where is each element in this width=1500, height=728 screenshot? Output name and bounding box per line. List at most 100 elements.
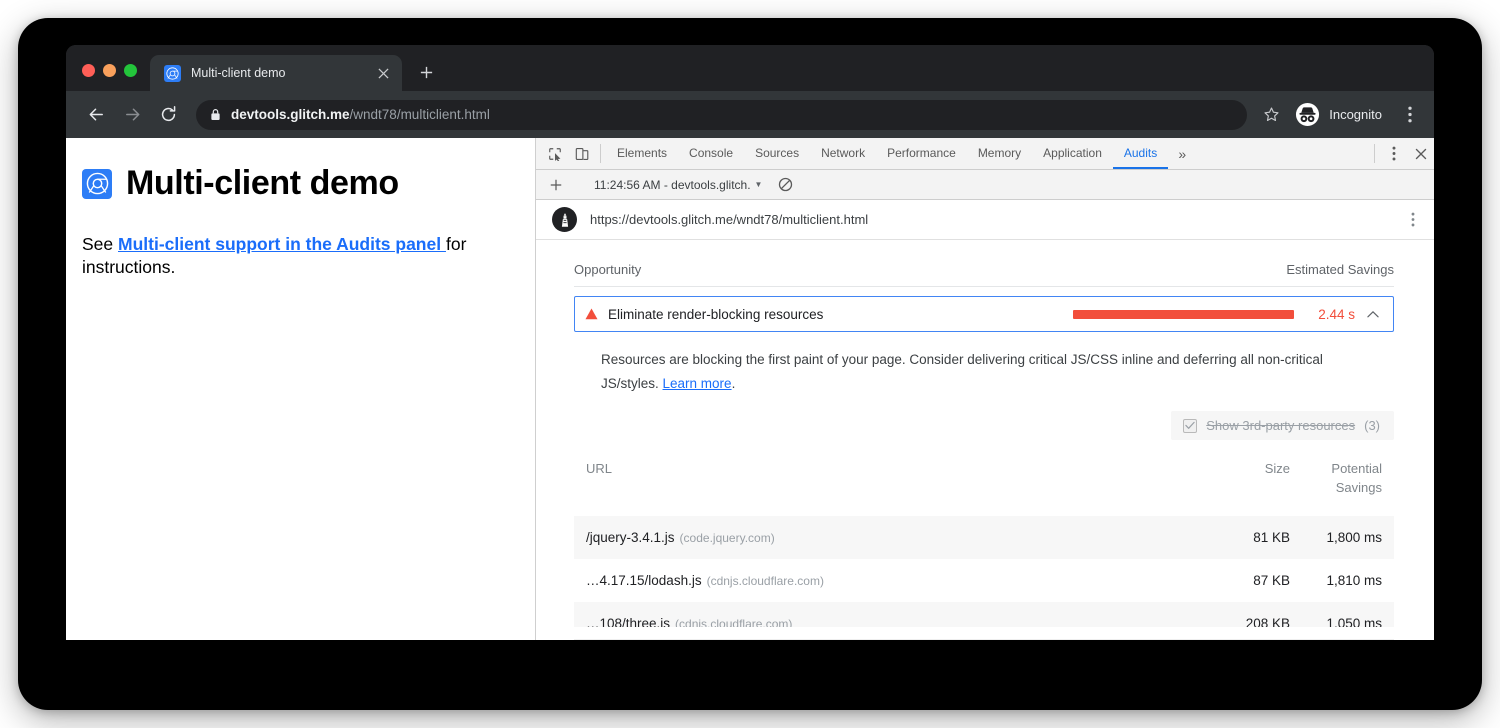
tabbar-spacer [1196,138,1369,169]
estimated-savings-column-label: Estimated Savings [1286,262,1394,277]
devtools-menu-button[interactable] [1380,138,1407,169]
report-menu-button[interactable] [1402,212,1424,227]
incognito-indicator[interactable]: Incognito [1289,99,1392,131]
resources-table-body: /jquery-3.4.1.js(code.jquery.com) 81 KB … [574,516,1394,627]
chevron-up-icon[interactable] [1365,310,1381,319]
audits-subbar: 11:24:56 AM - devtools.glitch. ▼ [536,170,1434,200]
back-button[interactable] [80,99,112,131]
window-minimize-button[interactable] [103,64,116,77]
row-url: …108/three.js (cdnjs.cloudflare.com) [574,602,1210,627]
row-url-host: (cdnjs.cloudflare.com) [707,574,824,588]
more-tabs-icon[interactable]: » [1168,138,1196,169]
report-body: Opportunity Estimated Savings Eliminate … [536,240,1434,627]
audit-savings-bar-fill [1073,310,1294,319]
browser-tab-title: Multi-client demo [191,66,364,80]
new-audit-button[interactable] [542,178,569,192]
tab-memory[interactable]: Memory [967,138,1032,169]
tab-performance[interactable]: Performance [876,138,967,169]
header-potential-savings[interactable]: Potential Savings [1302,454,1394,516]
show-third-party-label: Show 3rd-party resources [1206,418,1355,433]
row-size: 81 KB [1210,516,1302,559]
inspect-element-icon[interactable] [541,138,568,169]
third-party-count: (3) [1364,418,1380,433]
no-entry-icon[interactable] [772,177,799,192]
tab-close-icon[interactable] [374,64,392,82]
audit-savings-bar [1073,310,1303,319]
table-row[interactable]: …108/three.js (cdnjs.cloudflare.com) 208 … [574,602,1394,627]
row-url-path: …108/three.js [586,616,670,627]
row-url-host: (cdnjs.cloudflare.com) [675,617,792,627]
audit-description-period: . [732,376,736,391]
learn-more-link[interactable]: Learn more [663,376,732,391]
chrome-canary-icon [164,65,181,82]
page-title: Multi-client demo [126,164,399,203]
row-savings: 1,800 ms [1302,516,1394,559]
row-savings: 1,050 ms [1302,602,1394,627]
audit-run-selector[interactable]: 11:24:56 AM - devtools.glitch. ▼ [588,178,768,192]
incognito-avatar-icon [1295,102,1320,127]
star-icon[interactable] [1257,101,1285,129]
tab-network[interactable]: Network [810,138,876,169]
tab-application[interactable]: Application [1032,138,1113,169]
traffic-lights [66,64,150,91]
header-savings-line1: Potential [1331,461,1382,476]
row-url: …4.17.15/lodash.js (cdnjs.cloudflare.com) [574,559,1210,602]
table-row[interactable]: /jquery-3.4.1.js(code.jquery.com) 81 KB … [574,516,1394,559]
audit-row-render-blocking[interactable]: Eliminate render-blocking resources 2.44… [574,296,1394,332]
window-maximize-button[interactable] [124,64,137,77]
toolbar-divider [600,144,601,163]
devtools-close-button[interactable] [1407,138,1434,169]
instructions-prefix: See [82,234,118,254]
browser-window: Multi-client demo [66,45,1434,640]
address-bar-path: /wndt78/multiclient.html [350,107,490,122]
devtools-panel: Elements Console Sources Network Perform… [536,138,1434,640]
toolbar-divider-right [1374,144,1375,163]
browser-tab[interactable]: Multi-client demo [150,55,402,91]
row-size: 208 KB [1210,602,1302,627]
navigation-bar: devtools.glitch.me/wndt78/multiclient.ht… [66,91,1434,138]
tab-strip: Multi-client demo [66,45,1434,91]
chrome-canary-icon [82,169,112,199]
incognito-label: Incognito [1329,107,1382,122]
header-size[interactable]: Size [1210,454,1302,516]
window-close-button[interactable] [82,64,95,77]
device-toolbar-icon[interactable] [568,138,595,169]
checkmark-icon[interactable] [1183,419,1197,433]
content-area: Multi-client demo See Multi-client suppo… [66,138,1434,640]
page-viewport: Multi-client demo See Multi-client suppo… [66,138,536,640]
audits-panel-link[interactable]: Multi-client support in the Audits panel [118,234,446,254]
page-instructions: See Multi-client support in the Audits p… [82,233,505,279]
chevron-down-icon: ▼ [755,180,763,189]
reload-button[interactable] [152,99,184,131]
row-url-path: …4.17.15/lodash.js [586,573,702,588]
audit-run-label: 11:24:56 AM - devtools.glitch. [594,178,751,192]
show-third-party-toggle[interactable]: Show 3rd-party resources (3) [1171,411,1394,440]
forward-button[interactable] [116,99,148,131]
row-url: /jquery-3.4.1.js(code.jquery.com) [574,516,1210,559]
tab-elements[interactable]: Elements [606,138,678,169]
header-url[interactable]: URL [574,454,1210,516]
audit-description: Resources are blocking the first paint o… [574,332,1384,395]
tab-sources[interactable]: Sources [744,138,810,169]
resources-table: URL Size Potential Savings [574,454,1394,627]
resources-table-head: URL Size Potential Savings [574,454,1394,516]
lock-icon [210,108,221,121]
lighthouse-report: https://devtools.glitch.me/wndt78/multic… [536,200,1434,640]
tab-console[interactable]: Console [678,138,744,169]
row-savings: 1,810 ms [1302,559,1394,602]
address-bar-host: devtools.glitch.me [231,107,350,122]
new-tab-button[interactable] [411,57,441,87]
report-header: https://devtools.glitch.me/wndt78/multic… [536,200,1434,240]
row-size: 87 KB [1210,559,1302,602]
audit-title: Eliminate render-blocking resources [608,307,823,322]
devtools-tabbar: Elements Console Sources Network Perform… [536,138,1434,170]
browser-menu-button[interactable] [1396,99,1424,131]
table-header-row: URL Size Potential Savings [574,454,1394,516]
tab-audits[interactable]: Audits [1113,138,1168,169]
address-bar[interactable]: devtools.glitch.me/wndt78/multiclient.ht… [196,100,1247,130]
address-bar-url: devtools.glitch.me/wndt78/multiclient.ht… [231,107,490,122]
header-savings-line2: Savings [1336,480,1382,495]
third-party-filter-row: Show 3rd-party resources (3) [574,395,1394,440]
table-row[interactable]: …4.17.15/lodash.js (cdnjs.cloudflare.com)… [574,559,1394,602]
lighthouse-icon [552,207,577,232]
